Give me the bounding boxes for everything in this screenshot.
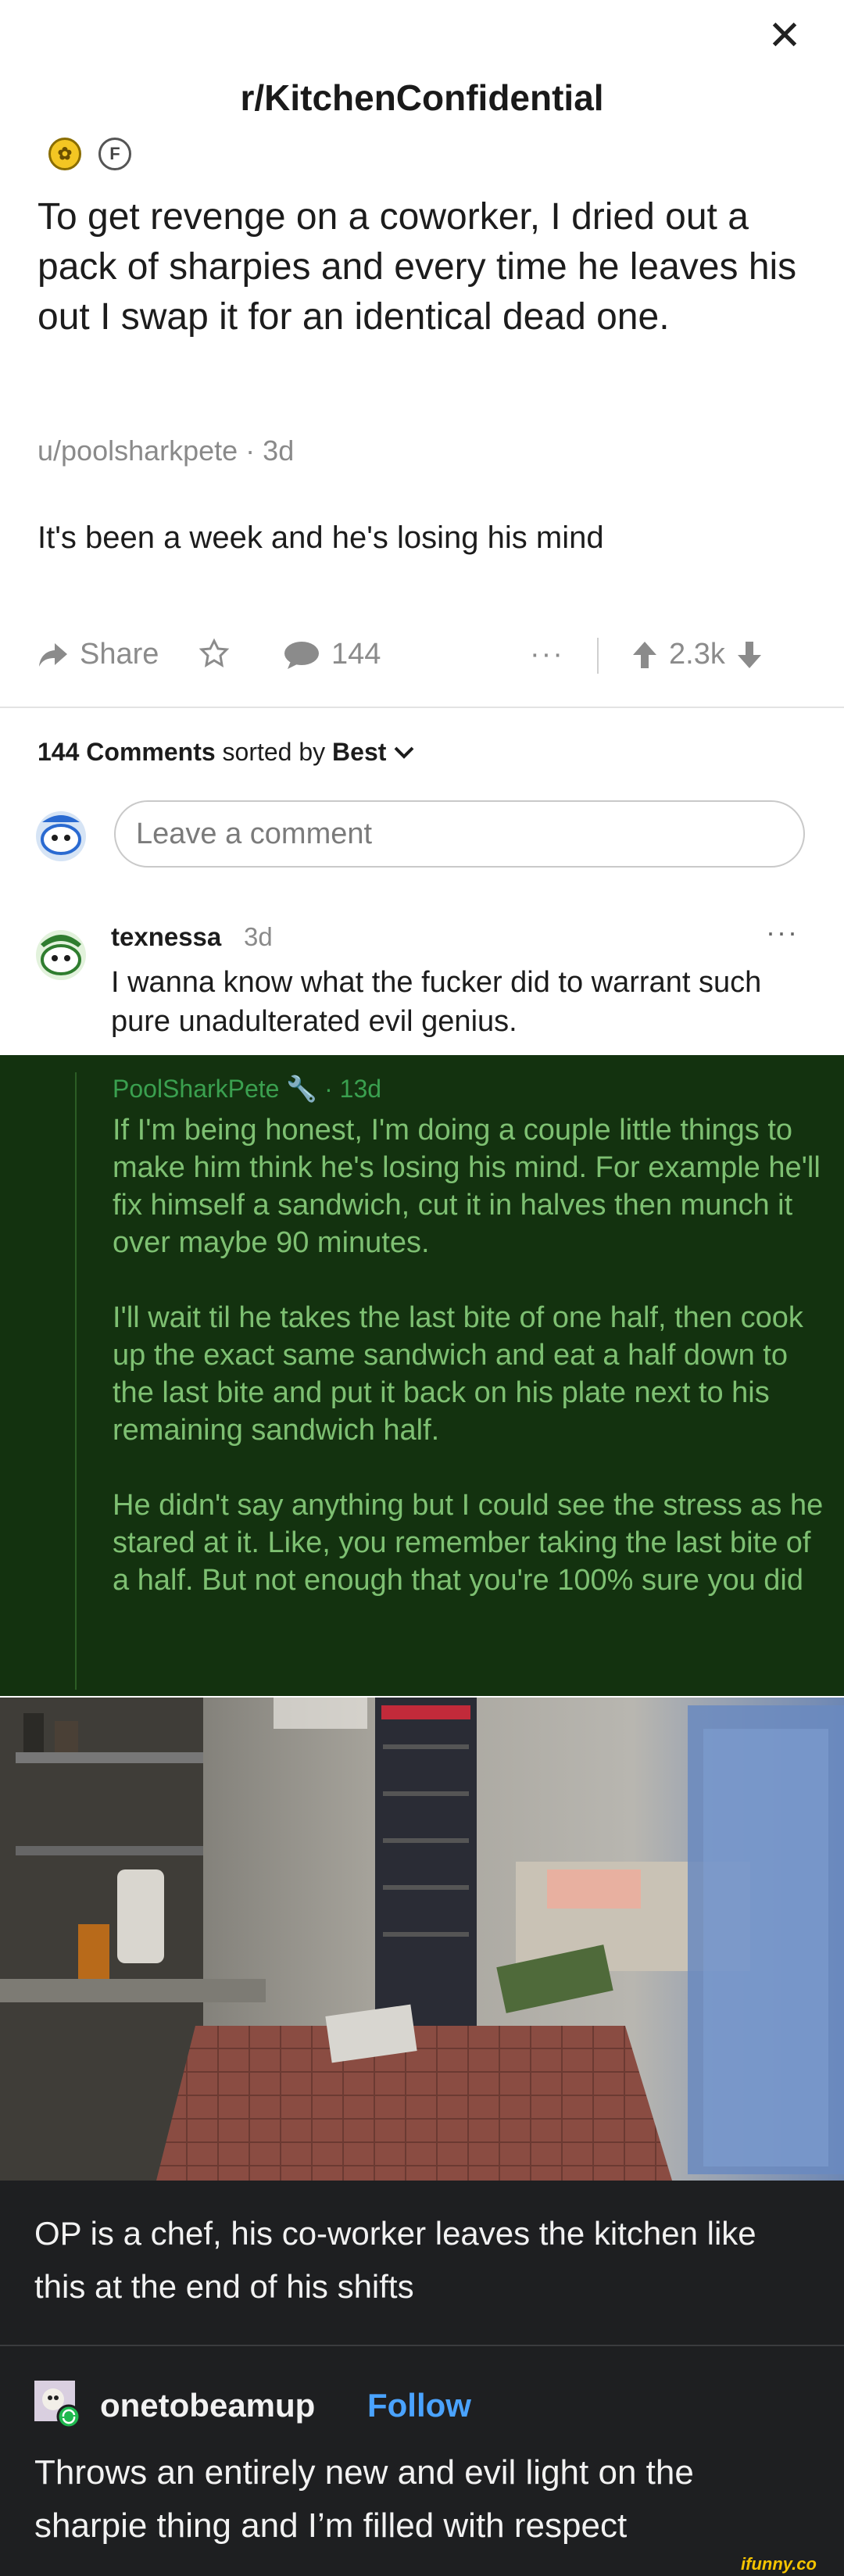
- share-label: Share: [80, 638, 159, 671]
- op-caption: OP is a chef, his co-worker leaves the k…: [34, 2215, 756, 2305]
- comment-timestamp: 3d: [244, 922, 273, 951]
- downvote-icon[interactable]: [736, 640, 763, 670]
- comments-button[interactable]: 144: [283, 638, 381, 671]
- post-action-bar: Share 144 ··· 2.3k: [38, 638, 811, 682]
- comments-count-label: 144 Comments: [38, 738, 216, 766]
- kitchen-photo: [0, 1698, 844, 2181]
- share-icon: [39, 642, 67, 667]
- tumblr-username[interactable]: onetobeamup: [100, 2387, 315, 2424]
- vote-widget: 2.3k: [631, 638, 763, 671]
- commenter-username[interactable]: texnessa: [111, 922, 221, 952]
- comment-text: I wanna know what the fucker did to warr…: [111, 966, 762, 1038]
- reply-paragraph: I'll wait til he takes the last bite of …: [113, 1301, 803, 1447]
- user-avatar-icon: [36, 811, 86, 861]
- sorted-by-label: sorted by: [222, 738, 326, 766]
- tumblr-avatar-icon[interactable]: [34, 2381, 81, 2428]
- sort-value: Best: [332, 738, 387, 766]
- post-body: It's been a week and he's losing his min…: [38, 521, 604, 555]
- reblog-comment: Throws an entirely new and evil light on…: [34, 2453, 694, 2545]
- post-author[interactable]: u/poolsharkpete · 3d: [38, 435, 294, 467]
- post-title: To get revenge on a coworker, I dried ou…: [38, 196, 797, 338]
- award-outline-icon: [198, 638, 230, 667]
- flair-badge: F: [98, 138, 131, 170]
- share-button[interactable]: Share: [38, 638, 159, 671]
- reply-text: If I'm being honest, I'm doing a couple …: [113, 1111, 824, 1637]
- comment-more-button[interactable]: ···: [766, 916, 799, 949]
- watermark: ifunny.co: [741, 2554, 817, 2574]
- post-flair-badges: ✿ F: [48, 138, 131, 175]
- reply-paragraph: If I'm being honest, I'm doing a couple …: [113, 1114, 821, 1259]
- comment-bubble-icon: [284, 641, 319, 669]
- award-icon: ✿: [48, 138, 81, 170]
- reply-paragraph: He didn't say anything but I could see t…: [113, 1489, 824, 1597]
- award-button[interactable]: [198, 638, 230, 669]
- vote-score: 2.3k: [669, 638, 725, 671]
- comments-header[interactable]: 144 Comments sorted by Best: [38, 738, 415, 767]
- section-divider: [0, 2345, 844, 2346]
- comment-input[interactable]: Leave a comment: [114, 800, 805, 868]
- reply-username[interactable]: PoolSharkPete 🔧 · 13d: [113, 1074, 381, 1104]
- upvote-icon[interactable]: [631, 640, 658, 670]
- chevron-down-icon: [394, 746, 414, 759]
- thread-line[interactable]: [75, 1072, 77, 1690]
- comment-count: 144: [331, 638, 381, 671]
- more-options-button[interactable]: ···: [530, 638, 564, 671]
- close-icon[interactable]: ✕: [763, 14, 806, 58]
- vote-divider: [597, 638, 599, 674]
- follow-button[interactable]: Follow: [367, 2387, 471, 2424]
- commenter-avatar-icon: [36, 930, 86, 980]
- subreddit-title[interactable]: r/KitchenConfidential: [0, 77, 844, 119]
- section-divider: [0, 707, 844, 708]
